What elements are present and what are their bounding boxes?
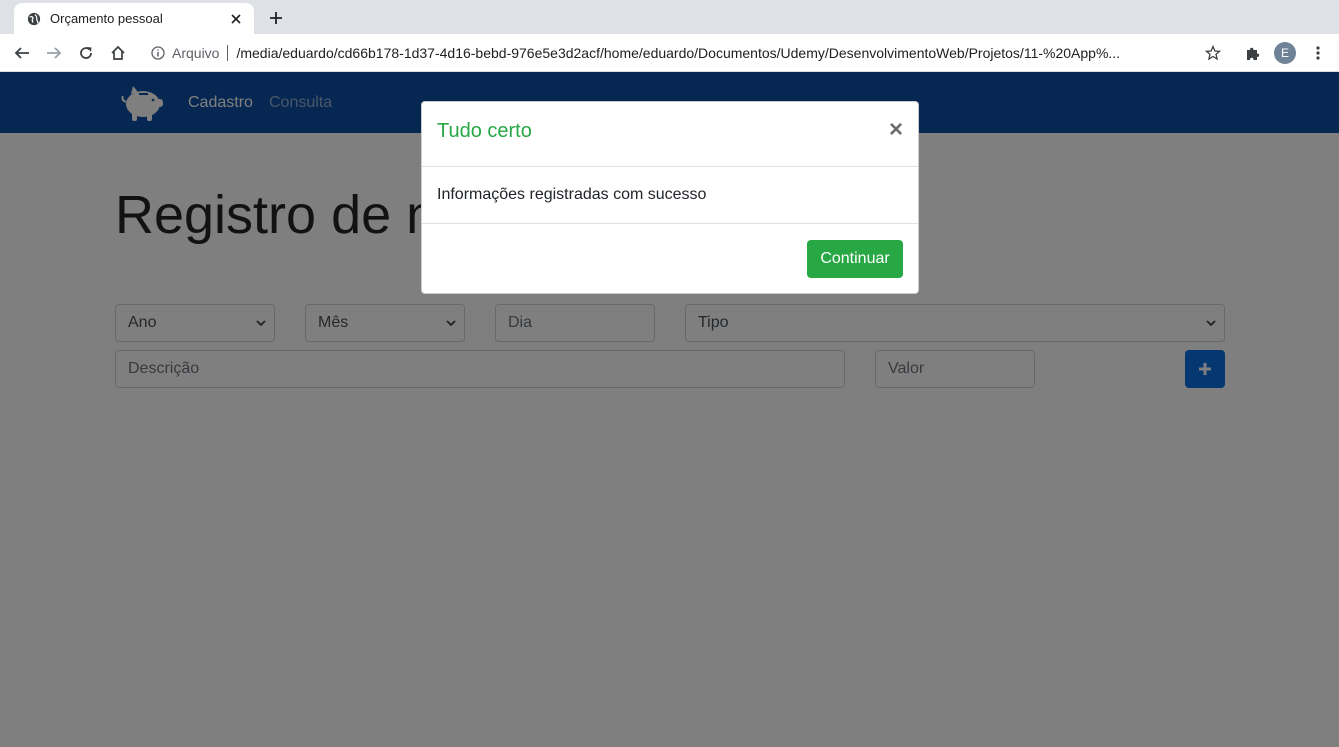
browser-tab[interactable]: Orçamento pessoal: [14, 3, 254, 34]
home-icon[interactable]: [106, 41, 130, 65]
modal-body: Informações registradas com sucesso: [422, 167, 918, 224]
back-arrow-icon[interactable]: [10, 41, 34, 65]
forward-arrow-icon[interactable]: [42, 41, 66, 65]
modal-header: Tudo certo ×: [422, 102, 918, 167]
success-modal: Tudo certo × Informações registradas com…: [421, 101, 919, 294]
modal-title: Tudo certo: [437, 120, 532, 142]
divider: [227, 45, 229, 61]
bookmark-star-icon[interactable]: [1201, 41, 1225, 65]
kebab-menu-icon[interactable]: [1306, 41, 1330, 65]
modal-message: Informações registradas com sucesso: [437, 186, 707, 203]
close-tab-icon[interactable]: [228, 11, 244, 27]
address-bar[interactable]: Arquivo /media/eduardo/cd66b178-1d37-4d1…: [146, 38, 1236, 68]
tab-title: Orçamento pessoal: [50, 11, 163, 26]
reload-icon[interactable]: [74, 41, 98, 65]
continue-button[interactable]: Continuar: [807, 240, 903, 278]
profile-avatar[interactable]: E: [1274, 42, 1296, 64]
extensions-puzzle-icon[interactable]: [1241, 41, 1265, 65]
modal-footer: Continuar: [422, 224, 918, 294]
url-text[interactable]: /media/eduardo/cd66b178-1d37-4d16-bebd-9…: [236, 45, 1186, 61]
close-icon[interactable]: ×: [889, 118, 903, 142]
browser-tab-strip: Orçamento pessoal: [0, 0, 1339, 34]
info-icon[interactable]: [150, 45, 166, 61]
file-scheme-label: Arquivo: [172, 45, 220, 61]
new-tab-icon[interactable]: [264, 6, 288, 30]
browser-toolbar: Arquivo /media/eduardo/cd66b178-1d37-4d1…: [0, 34, 1339, 72]
globe-icon: [26, 11, 42, 27]
